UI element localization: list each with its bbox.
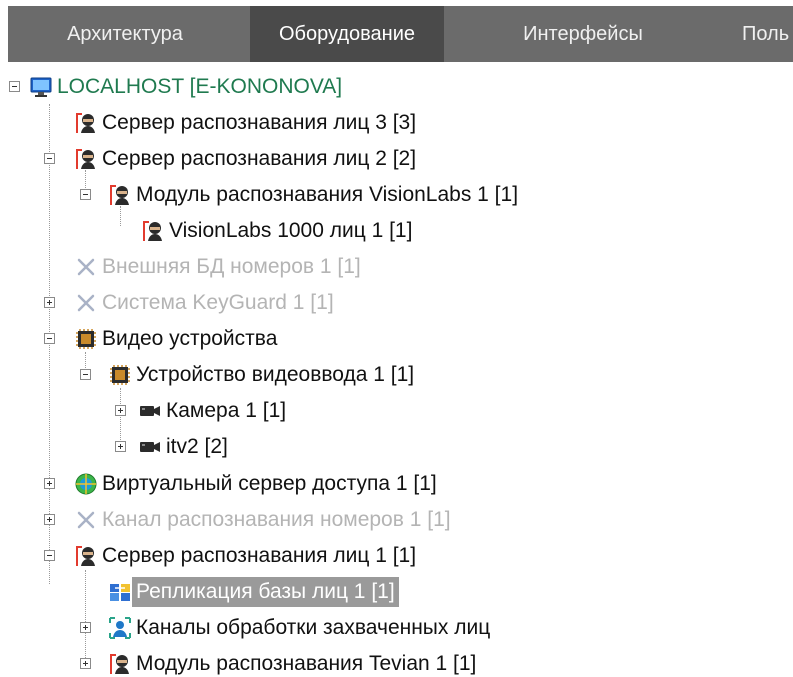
tree-item-itv2[interactable]: itv2 [2] <box>115 430 232 464</box>
tree-item-video-input-device[interactable]: Устройство видеоввода 1 [1] <box>80 358 418 392</box>
tree-item-label: Внешняя БД номеров 1 [1] <box>102 255 361 278</box>
tree-item-label: Модуль распознавания VisionLabs 1 [1] <box>136 183 519 206</box>
collapse-toggle[interactable] <box>44 153 55 164</box>
tree-item-label: Система KeyGuard 1 [1] <box>102 291 334 314</box>
tree-item-label: Канал распознавания номеров 1 [1] <box>102 508 451 531</box>
tree-item-label: VisionLabs 1000 лиц 1 [1] <box>169 219 413 242</box>
disabled-x-icon <box>74 508 98 532</box>
collapse-toggle[interactable] <box>44 550 55 561</box>
expand-toggle[interactable] <box>44 514 55 525</box>
tree-item-label: Виртуальный сервер доступа 1 [1] <box>102 472 437 495</box>
collapse-toggle[interactable] <box>80 189 91 200</box>
equipment-tree: LOCALHOST [E-KONONOVA] Сервер распознава… <box>0 70 793 677</box>
face-server-icon <box>108 183 132 207</box>
tree-item-label: itv2 [2] <box>166 435 228 458</box>
tree-item-virtual-access-server[interactable]: Виртуальный сервер доступа 1 [1] <box>44 467 441 501</box>
tree-item-label: Репликация базы лиц 1 [1] <box>132 577 399 607</box>
collapse-toggle[interactable] <box>80 369 91 380</box>
expand-toggle[interactable] <box>44 478 55 489</box>
disabled-x-icon <box>74 291 98 315</box>
tree-item-tevian-module[interactable]: Модуль распознавания Tevian 1 [1] <box>80 647 480 677</box>
tree-root-localhost[interactable]: LOCALHOST [E-KONONOVA] <box>9 70 346 104</box>
chip-icon <box>74 327 98 351</box>
replication-icon <box>108 580 132 604</box>
tree-item-face-server-3[interactable]: Сервер распознавания лиц 3 [3] <box>74 106 420 140</box>
tree-item-label: Сервер распознавания лиц 3 [3] <box>102 111 417 134</box>
face-server-icon <box>74 147 98 171</box>
disabled-x-icon <box>74 255 98 279</box>
tree-item-label: Сервер распознавания лиц 1 [1] <box>102 544 417 567</box>
expand-toggle[interactable] <box>80 658 91 669</box>
tree-item-camera-1[interactable]: Камера 1 [1] <box>115 394 290 428</box>
globe-icon <box>74 472 98 496</box>
tree-item-visionlabs-1000[interactable]: VisionLabs 1000 лиц 1 [1] <box>141 214 416 248</box>
tree-item-captured-faces-channels[interactable]: Каналы обработки захваченных лиц <box>80 611 494 645</box>
expand-toggle[interactable] <box>115 441 126 452</box>
collapse-toggle[interactable] <box>44 333 55 344</box>
face-server-icon <box>74 544 98 568</box>
monitor-icon <box>29 75 53 99</box>
expand-toggle[interactable] <box>80 622 91 633</box>
tree-item-label: Сервер распознавания лиц 2 [2] <box>102 147 417 170</box>
chip-icon <box>108 363 132 387</box>
collapse-toggle[interactable] <box>9 81 20 92</box>
expand-toggle[interactable] <box>115 405 126 416</box>
expand-toggle[interactable] <box>44 297 55 308</box>
face-server-icon <box>74 111 98 135</box>
tab-architecture[interactable]: Архитектура <box>8 6 242 62</box>
camera-icon <box>138 399 162 423</box>
person-channel-icon <box>108 616 132 640</box>
tree-root-label: LOCALHOST [E-KONONOVA] <box>57 75 343 98</box>
tab-users[interactable]: Поль <box>728 6 793 62</box>
face-server-icon <box>141 219 165 243</box>
tree-item-keyguard[interactable]: Система KeyGuard 1 [1] <box>44 286 338 320</box>
face-server-icon <box>108 652 132 676</box>
tab-interfaces[interactable]: Интерфейсы <box>468 6 698 62</box>
tree-item-label: Устройство видеоввода 1 [1] <box>136 363 415 386</box>
tree-item-face-server-2[interactable]: Сервер распознавания лиц 2 [2] <box>44 142 420 176</box>
tree-item-plate-recognition-channel[interactable]: Канал распознавания номеров 1 [1] <box>44 503 455 537</box>
tree-item-external-plate-db[interactable]: Внешняя БД номеров 1 [1] <box>74 250 365 284</box>
tree-item-label: Камера 1 [1] <box>166 399 287 422</box>
camera-icon <box>138 435 162 459</box>
tab-equipment[interactable]: Оборудование <box>250 6 444 62</box>
tree-item-label: Каналы обработки захваченных лиц <box>136 616 491 639</box>
tree-item-face-server-1[interactable]: Сервер распознавания лиц 1 [1] <box>44 539 420 573</box>
tree-item-video-devices[interactable]: Видео устройства <box>44 322 281 356</box>
tree-item-visionlabs-module[interactable]: Модуль распознавания VisionLabs 1 [1] <box>80 178 522 212</box>
tree-item-label: Видео устройства <box>102 327 278 350</box>
tree-item-face-db-replication[interactable]: Репликация базы лиц 1 [1] <box>108 575 399 609</box>
tab-bar: Архитектура Оборудование Интерфейсы Поль <box>0 0 793 65</box>
tree-item-label: Модуль распознавания Tevian 1 [1] <box>136 652 477 675</box>
